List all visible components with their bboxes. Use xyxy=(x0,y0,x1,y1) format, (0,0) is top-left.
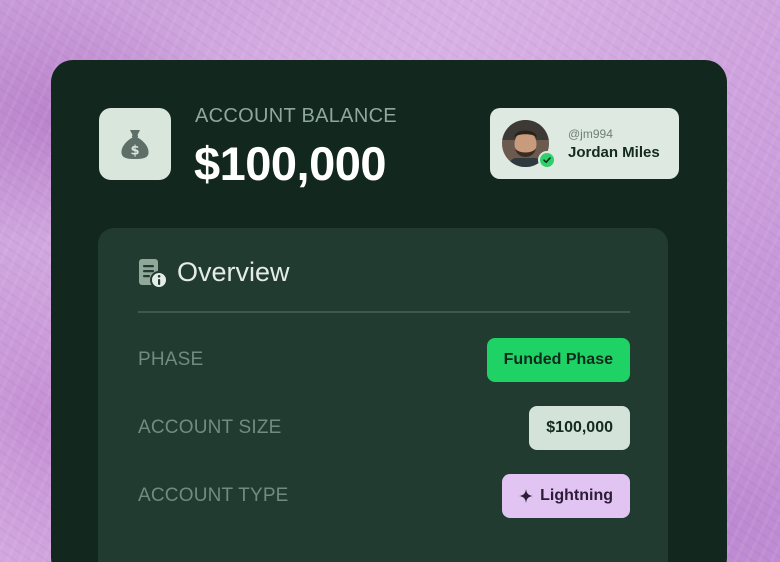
overview-divider xyxy=(138,311,630,313)
phase-label: PHASE xyxy=(138,349,204,370)
balance-value: $100,000 xyxy=(194,137,387,190)
sparkle-icon xyxy=(519,489,534,503)
account-type-badge: Lightning xyxy=(502,474,630,518)
overview-title: Overview xyxy=(177,257,290,287)
user-name: Jordan Miles xyxy=(568,144,660,161)
phase-value: Funded Phase xyxy=(503,351,613,368)
phase-badge: Funded Phase xyxy=(486,338,630,382)
account-size-value: $100,000 xyxy=(546,419,613,436)
user-handle: @jm994 xyxy=(568,127,613,141)
verified-badge-icon xyxy=(538,151,556,169)
account-type-label: ACCOUNT TYPE xyxy=(138,485,289,506)
user-profile-card[interactable]: @jm994 Jordan Miles xyxy=(490,108,679,179)
account-size-label: ACCOUNT SIZE xyxy=(138,417,282,438)
account-type-value: Lightning xyxy=(540,487,613,504)
money-bag-icon: $ xyxy=(121,130,149,159)
account-size-badge: $100,000 xyxy=(529,406,630,450)
balance-icon-box: $ xyxy=(99,108,171,180)
account-card: $ ACCOUNT BALANCE $100,000 @jm994 Jordan… xyxy=(51,60,727,562)
svg-text:$: $ xyxy=(130,144,139,159)
balance-label: ACCOUNT BALANCE xyxy=(195,105,397,127)
document-info-icon xyxy=(139,259,168,289)
overview-panel: Overview PHASE Funded Phase ACCOUNT SIZE… xyxy=(98,228,668,562)
avatar[interactable] xyxy=(502,120,556,169)
